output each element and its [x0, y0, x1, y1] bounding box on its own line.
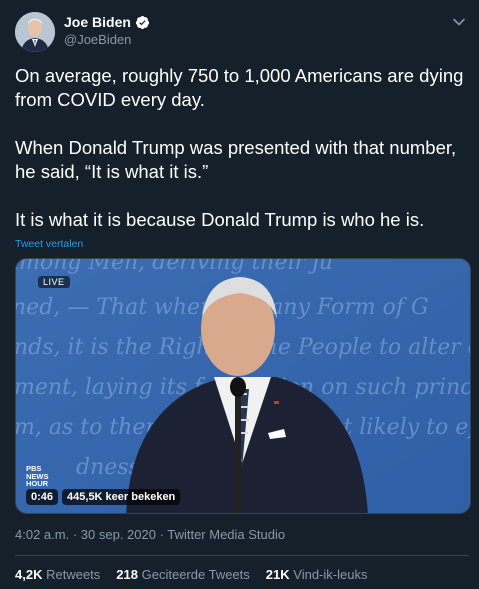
quote-tweets-stat[interactable]: 218 Geciteerde Tweets	[116, 567, 249, 582]
tweet-paragraph: When Donald Trump was presented with tha…	[15, 137, 457, 182]
video-duration: 0:46	[26, 489, 59, 505]
separator-dot: ·	[72, 527, 78, 542]
author-name[interactable]: Joe Biden	[64, 14, 131, 30]
tweet-date[interactable]: 30 sep. 2020	[81, 527, 156, 542]
divider	[15, 555, 469, 556]
tweet-paragraph: It is what it is because Donald Trump is…	[15, 209, 425, 230]
tweet-time[interactable]: 4:02 a.m.	[15, 527, 69, 542]
retweets-stat[interactable]: 4,2K Retweets	[15, 567, 100, 582]
video-frame: among Men, deriving their ju ned, — That…	[16, 259, 470, 513]
tweet-paragraph: On average, roughly 750 to 1,000 America…	[15, 65, 464, 110]
quote-tweets-count: 218	[116, 567, 138, 582]
video-meta: 0:46 445,5K keer bekeken	[26, 489, 181, 505]
separator-dot: ·	[159, 527, 164, 542]
translate-tweet-link[interactable]: Tweet vertalen	[15, 238, 83, 250]
likes-stat[interactable]: 21K Vind-ik-leuks	[266, 567, 368, 582]
constitution-text-line: among Men, deriving their ju	[16, 259, 333, 275]
tweet-card: Joe Biden @JoeBiden On average, roughly …	[0, 0, 479, 589]
pbs-newshour-logo: PBS NEWS HOUR	[26, 464, 49, 488]
tweet-text: On average, roughly 750 to 1,000 America…	[15, 64, 470, 232]
quote-tweets-label: Geciteerde Tweets	[141, 567, 250, 582]
avatar[interactable]	[15, 12, 55, 52]
likes-count: 21K	[265, 567, 290, 582]
tweet-source[interactable]: Twitter Media Studio	[167, 527, 285, 542]
verified-badge-icon	[135, 15, 150, 30]
author-name-row[interactable]: Joe Biden	[64, 14, 150, 30]
more-options-chevron-icon[interactable]	[451, 14, 467, 30]
likes-label: Vind-ik-leuks	[293, 567, 368, 582]
author-handle[interactable]: @JoeBiden	[64, 32, 131, 47]
video-views: 445,5K keer bekeken	[62, 489, 181, 505]
video-player[interactable]: among Men, deriving their ju ned, — That…	[15, 258, 471, 514]
retweets-count: 4,2K	[15, 567, 43, 582]
avatar-image	[15, 12, 55, 52]
retweets-label: Retweets	[46, 567, 101, 582]
tweet-timestamp: 4:02 a.m. · 30 sep. 2020 · Twitter Media…	[15, 527, 285, 542]
live-badge: LIVE	[38, 276, 70, 288]
engagement-stats: 4,2K Retweets 218 Geciteerde Tweets 21K …	[15, 567, 367, 582]
